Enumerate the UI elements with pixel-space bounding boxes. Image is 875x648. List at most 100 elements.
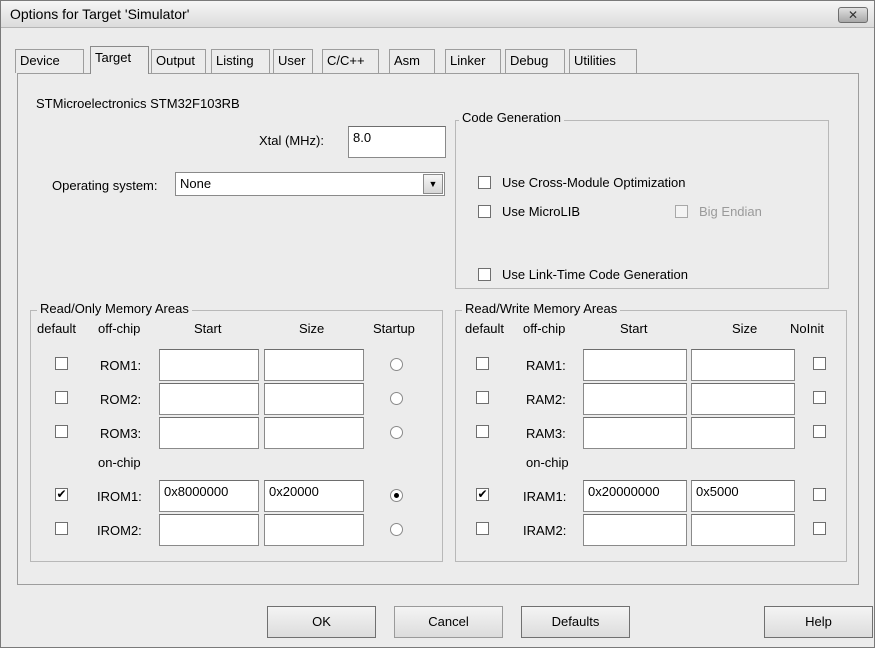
rom-onchip-label: on-chip (98, 455, 141, 470)
tab-linker[interactable]: Linker (445, 49, 501, 73)
ram3-noinit-checkbox[interactable] (813, 425, 826, 438)
rom2-startup-radio[interactable] (390, 392, 403, 405)
window-title: Options for Target 'Simulator' (10, 6, 190, 22)
chevron-down-icon[interactable]: ▼ (423, 174, 443, 194)
rom1-start-input[interactable] (159, 349, 259, 381)
tab-c-cpp[interactable]: C/C++ (322, 49, 379, 73)
cancel-button[interactable]: Cancel (394, 606, 503, 638)
rom-group: Read/Only Memory Areas default off-chip … (30, 301, 443, 562)
close-icon[interactable]: ✕ (838, 7, 868, 23)
iram2-label: IRAM2: (523, 523, 567, 538)
ok-button[interactable]: OK (267, 606, 376, 638)
irom1-start-input[interactable]: 0x8000000 (159, 480, 259, 512)
ram2-noinit-checkbox[interactable] (813, 391, 826, 404)
ram-onchip-label: on-chip (526, 455, 569, 470)
ram2-label: RAM2: (526, 392, 566, 407)
link-time-label: Use Link-Time Code Generation (502, 267, 688, 282)
cross-module-label: Use Cross-Module Optimization (502, 175, 686, 190)
microlib-label: Use MicroLIB (502, 204, 581, 219)
tab-debug[interactable]: Debug (505, 49, 565, 73)
irom2-size-input[interactable] (264, 514, 364, 546)
rom2-size-input[interactable] (264, 383, 364, 415)
tab-output[interactable]: Output (151, 49, 206, 73)
rom1-startup-radio[interactable] (390, 358, 403, 371)
rom1-size-input[interactable] (264, 349, 364, 381)
rom-header-default: default (37, 321, 77, 336)
tab-device[interactable]: Device (15, 49, 84, 73)
code-generation-group: Code Generation Use Cross-Module Optimiz… (455, 110, 829, 289)
options-dialog: Options for Target 'Simulator' ✕ Device … (0, 0, 875, 648)
tab-user[interactable]: User (273, 49, 313, 73)
irom2-label: IROM2: (97, 523, 142, 538)
ram1-default-checkbox[interactable] (476, 357, 489, 370)
irom2-start-input[interactable] (159, 514, 259, 546)
irom1-size-input[interactable]: 0x20000 (264, 480, 364, 512)
iram2-default-checkbox[interactable] (476, 522, 489, 535)
cross-module-checkbox[interactable] (478, 176, 491, 189)
rom3-startup-radio[interactable] (390, 426, 403, 439)
iram1-noinit-checkbox[interactable] (813, 488, 826, 501)
iram1-default-checkbox[interactable]: ✔ (476, 488, 489, 501)
target-panel: STMicroelectronics STM32F103RB Xtal (MHz… (17, 73, 859, 585)
ram-group: Read/Write Memory Areas default off-chip… (455, 301, 847, 562)
rom-title: Read/Only Memory Areas (37, 301, 192, 316)
iram1-size-input[interactable]: 0x5000 (691, 480, 795, 512)
ram3-size-input[interactable] (691, 417, 795, 449)
irom2-default-checkbox[interactable] (55, 522, 68, 535)
rom3-label: ROM3: (100, 426, 142, 441)
ram-header-noinit: NoInit (790, 321, 824, 336)
rom3-default-checkbox[interactable] (55, 425, 68, 438)
xtal-label: Xtal (MHz): (259, 133, 324, 148)
xtal-input[interactable]: 8.0 (348, 126, 446, 158)
rom1-default-checkbox[interactable] (55, 357, 68, 370)
os-value: None (180, 176, 212, 191)
rom2-start-input[interactable] (159, 383, 259, 415)
irom1-startup-radio[interactable] (390, 489, 403, 502)
big-endian-checkbox[interactable] (675, 205, 688, 218)
iram2-noinit-checkbox[interactable] (813, 522, 826, 535)
code-generation-title: Code Generation (459, 110, 565, 125)
link-time-checkbox[interactable] (478, 268, 491, 281)
rom-header-startup: Startup (373, 321, 415, 336)
tab-target[interactable]: Target (90, 46, 149, 74)
ram1-noinit-checkbox[interactable] (813, 357, 826, 370)
rom2-label: ROM2: (100, 392, 142, 407)
rom3-size-input[interactable] (264, 417, 364, 449)
rom2-default-checkbox[interactable] (55, 391, 68, 404)
ram-header-size: Size (732, 321, 758, 336)
iram2-size-input[interactable] (691, 514, 795, 546)
title-bar: Options for Target 'Simulator' ✕ (1, 1, 874, 28)
ram1-start-input[interactable] (583, 349, 687, 381)
iram2-start-input[interactable] (583, 514, 687, 546)
tab-utilities[interactable]: Utilities (569, 49, 637, 73)
ram2-size-input[interactable] (691, 383, 795, 415)
defaults-button[interactable]: Defaults (521, 606, 630, 638)
tab-listing[interactable]: Listing (211, 49, 270, 73)
ram3-default-checkbox[interactable] (476, 425, 489, 438)
irom2-startup-radio[interactable] (390, 523, 403, 536)
rom3-start-input[interactable] (159, 417, 259, 449)
os-select[interactable]: None ▼ (175, 172, 445, 196)
irom1-label: IROM1: (97, 489, 142, 504)
ram-header-offchip: off-chip (523, 321, 566, 336)
ram2-default-checkbox[interactable] (476, 391, 489, 404)
ram3-label: RAM3: (526, 426, 566, 441)
iram1-label: IRAM1: (523, 489, 567, 504)
rom1-label: ROM1: (100, 358, 142, 373)
help-button[interactable]: Help (764, 606, 873, 638)
ram2-start-input[interactable] (583, 383, 687, 415)
rom-header-start: Start (194, 321, 222, 336)
ram1-label: RAM1: (526, 358, 566, 373)
ram-header-start: Start (620, 321, 648, 336)
ram3-start-input[interactable] (583, 417, 687, 449)
device-name: STMicroelectronics STM32F103RB (36, 96, 240, 111)
iram1-start-input[interactable]: 0x20000000 (583, 480, 687, 512)
os-label: Operating system: (52, 178, 158, 193)
ram1-size-input[interactable] (691, 349, 795, 381)
tab-asm[interactable]: Asm (389, 49, 435, 73)
big-endian-label: Big Endian (699, 204, 762, 219)
microlib-checkbox[interactable] (478, 205, 491, 218)
rom-header-offchip: off-chip (98, 321, 141, 336)
ram-title: Read/Write Memory Areas (462, 301, 621, 316)
irom1-default-checkbox[interactable]: ✔ (55, 488, 68, 501)
